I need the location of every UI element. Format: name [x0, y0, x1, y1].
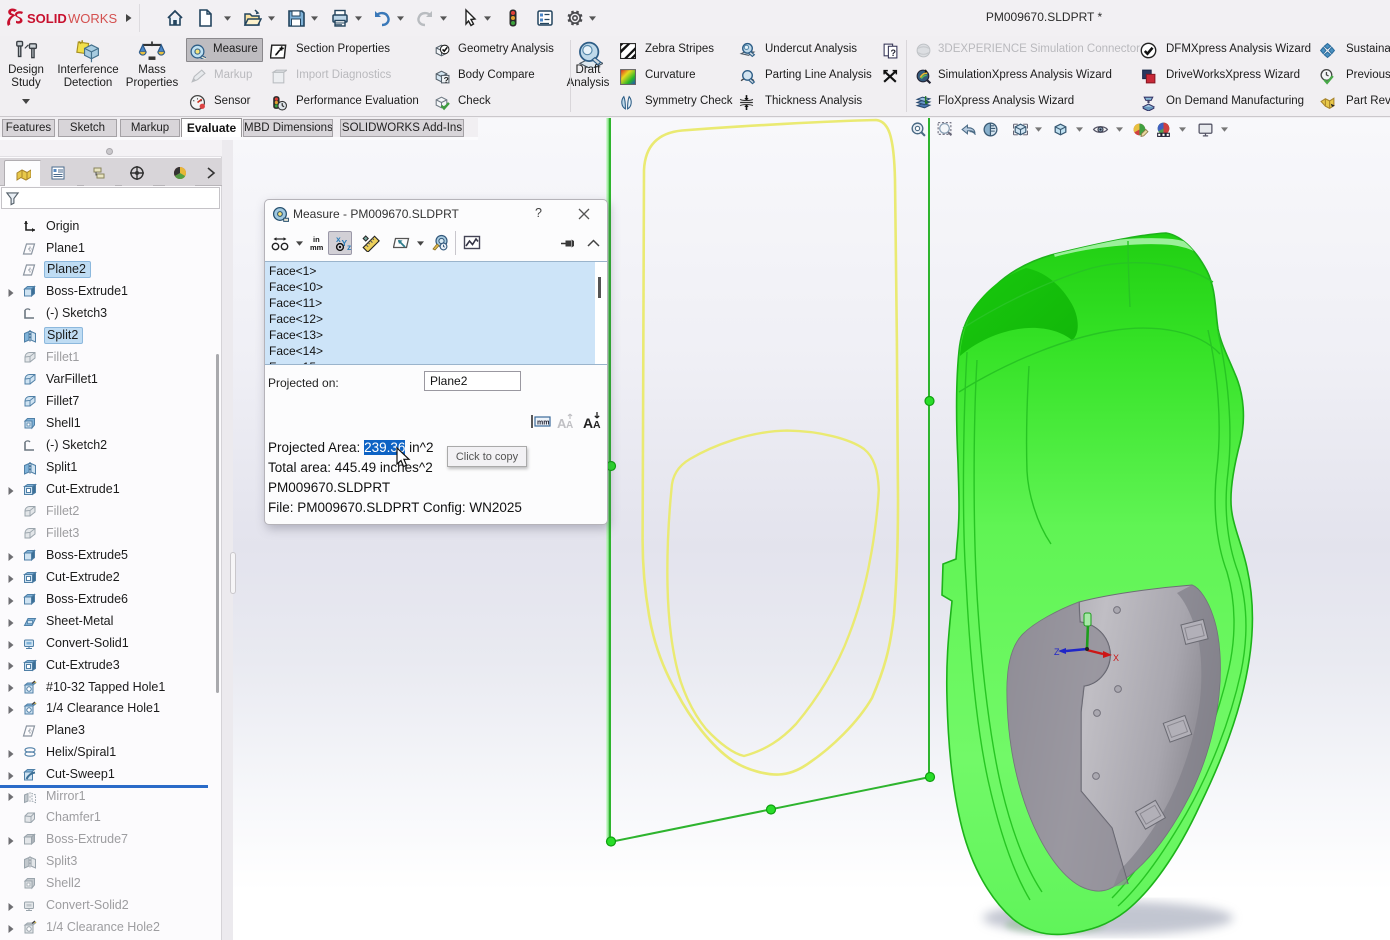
svg-text:WORKS: WORKS: [68, 11, 117, 26]
svg-text:Z: Z: [1054, 647, 1060, 657]
svg-text:SOLID: SOLID: [27, 11, 67, 26]
svg-text:mm: mm: [537, 420, 549, 427]
svg-text:X: X: [1113, 653, 1119, 663]
svg-text:x: x: [336, 234, 341, 244]
svg-text:mm: mm: [310, 243, 324, 252]
svg-text:A: A: [566, 420, 573, 430]
svg-text:A: A: [583, 415, 593, 430]
svg-text:z: z: [347, 242, 351, 252]
svg-text:?: ?: [444, 74, 449, 84]
svg-text:A: A: [593, 419, 601, 430]
svg-text:?: ?: [891, 47, 897, 57]
